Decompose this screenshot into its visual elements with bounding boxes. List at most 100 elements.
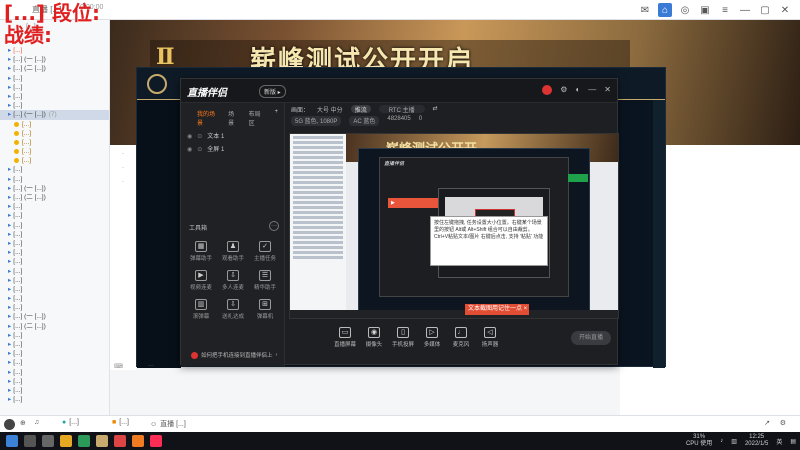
channel-item[interactable]: ▸ [...] bbox=[0, 221, 109, 230]
speaker-icon[interactable]: ♫ bbox=[34, 419, 39, 426]
layout-select[interactable]: 大号 中分 bbox=[317, 105, 343, 114]
more-icon[interactable]: ··· bbox=[269, 221, 279, 231]
channel-item[interactable]: ▸ [...] bbox=[0, 74, 109, 83]
expand-icon[interactable]: ▸ bbox=[8, 231, 11, 238]
message-icon[interactable]: ✉ bbox=[638, 3, 652, 17]
settings-icon[interactable]: ⚙ bbox=[780, 419, 786, 427]
channel-item[interactable]: ▸ [...] bbox=[0, 358, 109, 367]
swap-icon[interactable]: ⇄ bbox=[433, 105, 438, 113]
expand-icon[interactable]: ▸ bbox=[8, 378, 11, 385]
channel-item[interactable]: ▸ [...] bbox=[0, 285, 109, 294]
toolbox-item[interactable]: ⊞ 弹幕机 bbox=[249, 299, 281, 320]
expand-icon[interactable]: ▸ bbox=[8, 212, 11, 219]
push-button[interactable]: 推流 bbox=[350, 105, 371, 114]
mic-icon[interactable]: ⊕ bbox=[20, 419, 26, 427]
toolbox-item[interactable]: ♟ 观看助手 bbox=[217, 241, 249, 262]
channel-item[interactable]: ▸ [...] bbox=[0, 294, 109, 303]
text-hint-banner[interactable]: 文本截图用记住一点 × bbox=[465, 304, 529, 315]
start-live-button[interactable]: 开始直播 bbox=[571, 331, 611, 345]
taskview-icon[interactable] bbox=[42, 435, 54, 447]
expand-icon[interactable]: ▸ bbox=[8, 65, 11, 72]
channel-member[interactable]: [...] bbox=[0, 120, 109, 129]
maximize-icon[interactable]: ▢ bbox=[758, 3, 772, 17]
channel-item[interactable]: ▸ [...] (一 [...]) bbox=[0, 55, 109, 64]
app-icon[interactable] bbox=[150, 435, 162, 447]
channel-item[interactable]: ▸ [...] bbox=[0, 248, 109, 257]
lock-icon[interactable]: ⊙ bbox=[197, 144, 202, 157]
minimize-icon[interactable]: — bbox=[588, 85, 596, 95]
cpu-usage[interactable]: 31% CPU 使用 bbox=[686, 434, 712, 448]
expand-icon[interactable]: ▸ bbox=[8, 166, 11, 173]
expand-icon[interactable]: ▸ bbox=[8, 75, 11, 82]
expand-icon[interactable]: ▸ bbox=[8, 258, 11, 265]
expand-icon[interactable]: ▸ bbox=[8, 84, 11, 91]
app-icon[interactable] bbox=[132, 435, 144, 447]
channel-item[interactable]: ▸ [...] bbox=[0, 267, 109, 276]
expand-icon[interactable]: ▸ bbox=[8, 185, 11, 192]
channel-item[interactable]: ▸ [...] (一 [...]) (7) bbox=[0, 110, 109, 120]
notification-icon[interactable]: ▤ bbox=[790, 438, 796, 445]
toolbox-item[interactable]: ▥ 滚弹幕 bbox=[185, 299, 217, 320]
capture-button[interactable]: ▭ 直播屏幕 bbox=[333, 327, 357, 366]
user-area[interactable] bbox=[4, 419, 15, 430]
expand-icon[interactable]: ▸ bbox=[8, 111, 11, 118]
app-icon[interactable] bbox=[60, 435, 72, 447]
rtc-button[interactable]: RTC 主播 bbox=[378, 105, 425, 114]
channel-item[interactable]: ▸ [...] bbox=[0, 211, 109, 220]
channel-item[interactable]: ▸ [...] bbox=[0, 395, 109, 404]
phone-connect-hint[interactable]: 如何把手机连接到直播伴侣上 › bbox=[191, 351, 277, 359]
channel-item[interactable]: ▸ [...] bbox=[0, 386, 109, 395]
lock-icon[interactable]: ⊙ bbox=[197, 131, 202, 144]
channel-member[interactable]: [...] bbox=[0, 147, 109, 156]
tab-scene[interactable]: 场景 bbox=[228, 109, 239, 127]
channel-item[interactable]: ▸ [...] bbox=[0, 349, 109, 358]
volume-icon[interactable]: ♪ bbox=[720, 438, 723, 444]
channel-item[interactable]: ▸ [...] bbox=[0, 83, 109, 92]
capture-button[interactable]: ▷ 多媒体 bbox=[420, 327, 444, 366]
channel-item[interactable]: ▸ [...] bbox=[0, 276, 109, 285]
share-icon[interactable]: ↗ bbox=[764, 419, 770, 427]
toolbox-item[interactable]: ⇩ 送礼达成 bbox=[217, 299, 249, 320]
channel-member[interactable]: [...] bbox=[0, 138, 109, 147]
channel-item[interactable]: ▸ [...] bbox=[0, 92, 109, 101]
controller-icon[interactable]: ⌨ bbox=[114, 363, 123, 370]
home-icon[interactable]: ⌂ bbox=[658, 3, 672, 17]
tab-my-scene[interactable]: 我的场景 bbox=[197, 109, 218, 127]
expand-icon[interactable]: ▸ bbox=[8, 396, 11, 403]
game-app-icon[interactable] bbox=[96, 435, 108, 447]
expand-icon[interactable]: ▸ bbox=[8, 359, 11, 366]
app-icon[interactable] bbox=[78, 435, 90, 447]
minimize-icon[interactable]: — bbox=[738, 3, 752, 17]
capture-button[interactable]: ▯ 手机投屏 bbox=[391, 327, 415, 366]
expand-icon[interactable]: ▸ bbox=[8, 304, 11, 311]
channel-item[interactable]: ▸ [...] bbox=[0, 202, 109, 211]
add-scene-button[interactable]: + bbox=[274, 109, 278, 127]
channel-item[interactable]: ▸ [...] (一 [...]) bbox=[0, 312, 109, 321]
toolbox-item[interactable]: ▶ 视频连麦 bbox=[185, 270, 217, 291]
toolbox-item[interactable]: ⇩ 多人连麦 bbox=[217, 270, 249, 291]
channel-member[interactable]: [...] bbox=[0, 129, 109, 138]
channel-item[interactable]: ▸ [...] bbox=[0, 165, 109, 174]
expand-icon[interactable]: ▸ bbox=[8, 47, 11, 54]
bottom-live-item[interactable]: ☺ 直播 [...] bbox=[150, 419, 186, 429]
expand-icon[interactable]: ▸ bbox=[8, 387, 11, 394]
source-item[interactable]: ◉ ⊙ 文本 1 bbox=[181, 131, 284, 144]
capture-button[interactable]: ◉ 摄像头 bbox=[362, 327, 386, 366]
clock[interactable]: 12:25 2022/1/5 bbox=[745, 434, 768, 448]
expand-icon[interactable]: ▸ bbox=[8, 341, 11, 348]
menu-icon[interactable]: ≡ bbox=[718, 3, 732, 17]
channel-item[interactable]: ▸ [...] bbox=[0, 46, 109, 55]
game-icon[interactable]: ◎ bbox=[678, 3, 692, 17]
capture-button[interactable]: ♩ 麦克风 bbox=[449, 327, 473, 366]
expand-icon[interactable]: ▸ bbox=[8, 249, 11, 256]
skin-icon[interactable]: ◐ bbox=[575, 85, 580, 95]
channel-item[interactable]: ▸ [...] bbox=[0, 303, 109, 312]
expand-icon[interactable]: ▸ bbox=[8, 102, 11, 109]
expand-icon[interactable]: ▸ bbox=[8, 369, 11, 376]
close-icon[interactable]: ✕ bbox=[778, 3, 792, 17]
start-icon[interactable] bbox=[6, 435, 18, 447]
channel-item[interactable]: ▸ [...] bbox=[0, 377, 109, 386]
channel-item[interactable]: ▸ [...] bbox=[0, 257, 109, 266]
expand-icon[interactable]: ▸ bbox=[8, 286, 11, 293]
channel-member[interactable]: [...] bbox=[0, 156, 109, 165]
